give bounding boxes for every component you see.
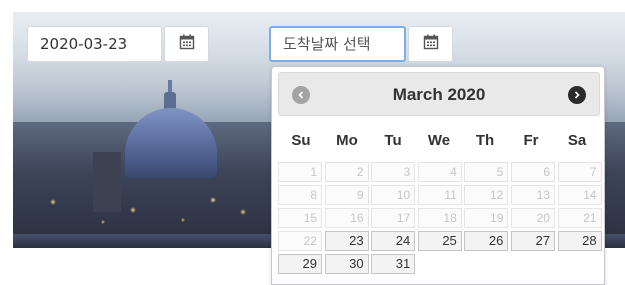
day-cell[interactable]: 27 xyxy=(510,231,555,251)
day-cell-disabled: 1 xyxy=(278,162,322,182)
day-grid: 1 2 3 4 5 6 7 8 9 10 11 12 13 14 15 16 17 18 19 20 21 22 23 24 2… xyxy=(278,162,602,274)
day-cell-disabled: 9 xyxy=(324,185,369,205)
day-cell-disabled: 8 xyxy=(278,185,322,205)
weekday-label: Tu xyxy=(384,132,402,149)
day-cell-disabled: 14 xyxy=(557,185,602,205)
day-cell[interactable]: 25 xyxy=(417,231,462,251)
day-cell[interactable]: 28 xyxy=(557,231,602,251)
day-cell[interactable]: 29 xyxy=(278,254,322,274)
weekday-label: Sa xyxy=(567,132,587,149)
day-cell[interactable]: 30 xyxy=(324,254,369,274)
next-month-button[interactable] xyxy=(568,86,586,104)
day-cell[interactable]: 26 xyxy=(464,231,509,251)
day-cell-disabled: 7 xyxy=(557,162,602,182)
day-cell-disabled: 10 xyxy=(371,185,416,205)
day-cell[interactable]: 24 xyxy=(371,231,416,251)
day-cell-disabled: 18 xyxy=(417,208,462,228)
weekday-label: Su xyxy=(291,132,311,149)
weekday-label: Th xyxy=(475,132,495,149)
day-cell-disabled: 15 xyxy=(278,208,322,228)
day-cell-disabled: 11 xyxy=(417,185,462,205)
weekday-header-row: Su Mo Tu We Th Fr Sa xyxy=(278,125,600,157)
day-cell-disabled: 21 xyxy=(557,208,602,228)
day-cell[interactable]: 31 xyxy=(371,254,416,274)
day-cell-disabled: 19 xyxy=(464,208,509,228)
chevron-right-circle-icon xyxy=(574,91,580,99)
weekday-label: Mo xyxy=(336,132,358,149)
day-cell-disabled: 6 xyxy=(510,162,555,182)
end-date-calendar-button[interactable] xyxy=(408,26,453,62)
day-cell-disabled: 2 xyxy=(324,162,369,182)
day-cell-disabled: 12 xyxy=(464,185,509,205)
day-cell-disabled: 17 xyxy=(371,208,416,228)
calendar-icon xyxy=(423,34,439,55)
datepicker-title: March 2020 xyxy=(392,85,486,104)
start-date-calendar-button[interactable] xyxy=(164,26,209,62)
day-cell-disabled: 20 xyxy=(510,208,555,228)
calendar-icon xyxy=(179,34,195,55)
day-cell-disabled: 13 xyxy=(510,185,555,205)
day-cell-disabled: 3 xyxy=(371,162,416,182)
datepicker-popup: March 2020 Su Mo Tu We Th Fr Sa 12345678… xyxy=(271,66,605,285)
day-cell-disabled: 4 xyxy=(417,162,462,182)
end-date-input[interactable] xyxy=(269,26,406,62)
start-date-input[interactable] xyxy=(27,26,162,62)
weekday-label: Fr xyxy=(523,132,539,149)
weekday-label: We xyxy=(427,132,451,149)
day-cell-disabled: 22 xyxy=(278,231,322,251)
day-cell-disabled: 16 xyxy=(324,208,369,228)
day-cell-disabled: 5 xyxy=(464,162,509,182)
day-cell[interactable]: 23 xyxy=(324,231,369,251)
datepicker-header: March 2020 xyxy=(278,72,600,116)
